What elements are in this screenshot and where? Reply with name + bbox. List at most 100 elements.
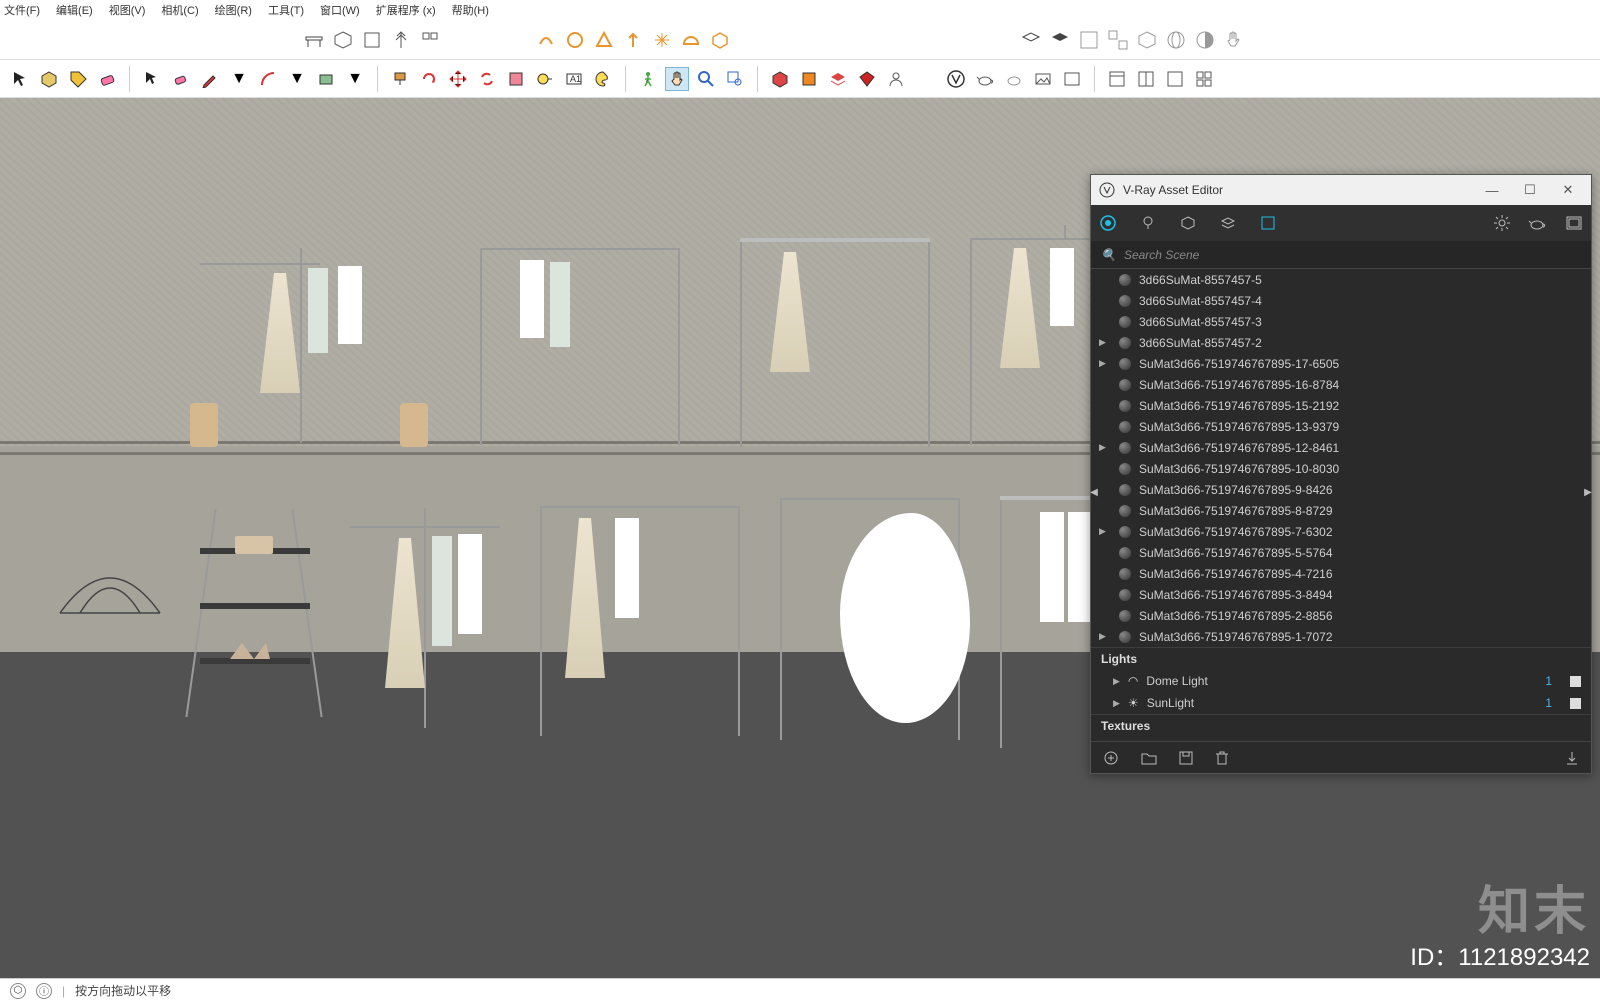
material-row[interactable]: SuMat3d66-7519746767895-3-8494 — [1091, 584, 1591, 605]
delete-icon[interactable] — [1215, 751, 1229, 765]
material-row[interactable]: SuMat3d66-7519746767895-16-8784 — [1091, 374, 1591, 395]
box-icon[interactable] — [360, 28, 384, 52]
material-row[interactable]: 3d66SuMat-8557457-3 — [1091, 311, 1591, 332]
red-layers-icon[interactable] — [826, 67, 850, 91]
rect-dropdown-icon[interactable]: ▼ — [343, 67, 367, 91]
panel-collapse-left[interactable]: ◀ — [1089, 485, 1099, 499]
text-box-icon[interactable]: A1 — [562, 67, 586, 91]
pan-icon[interactable] — [665, 67, 689, 91]
add-asset-icon[interactable] — [1103, 750, 1119, 766]
table-icon[interactable] — [302, 28, 326, 52]
export-icon[interactable] — [1565, 751, 1579, 765]
menu-help[interactable]: 帮助(H) — [452, 2, 489, 18]
material-row[interactable]: 3d66SuMat-8557457-5 — [1091, 269, 1591, 290]
pencil-icon[interactable] — [198, 67, 222, 91]
maximize-button[interactable]: ☐ — [1515, 182, 1545, 198]
sync-icon[interactable] — [475, 67, 499, 91]
cone-icon[interactable] — [592, 28, 616, 52]
panel2-icon[interactable] — [1134, 67, 1158, 91]
tape-icon[interactable] — [533, 67, 557, 91]
tile-icon[interactable] — [418, 28, 442, 52]
pointer-icon[interactable] — [8, 67, 32, 91]
teapot-icon[interactable] — [973, 67, 997, 91]
material-row[interactable]: SuMat3d66-7519746767895-5-5764 — [1091, 542, 1591, 563]
paint-icon[interactable] — [388, 67, 412, 91]
close-button[interactable]: ✕ — [1553, 182, 1583, 198]
light-row[interactable]: ▶◠Dome Light1 — [1091, 670, 1591, 692]
layers-fill-icon[interactable] — [1048, 28, 1072, 52]
orange-panel-icon[interactable] — [797, 67, 821, 91]
walk-icon[interactable] — [636, 67, 660, 91]
box-yellow-icon[interactable] — [37, 67, 61, 91]
hand-icon[interactable] — [1222, 28, 1246, 52]
material-row[interactable]: ▶3d66SuMat-8557457-2 — [1091, 332, 1591, 353]
menu-edit[interactable]: 编辑(E) — [56, 2, 93, 18]
material-row[interactable]: 3d66SuMat-8557457-4 — [1091, 290, 1591, 311]
frame-icon[interactable] — [1031, 67, 1055, 91]
tab-geometry[interactable] — [1177, 212, 1199, 234]
status-geo-icon[interactable]: ⬡ — [10, 983, 26, 999]
tree-icon[interactable] — [389, 28, 413, 52]
tab-frame-buffer[interactable] — [1563, 212, 1585, 234]
eraser-icon[interactable] — [95, 67, 119, 91]
material-row[interactable]: SuMat3d66-7519746767895-9-8426 — [1091, 479, 1591, 500]
palette-icon[interactable] — [591, 67, 615, 91]
pencil-dropdown-icon[interactable]: ▼ — [227, 67, 251, 91]
light-enable-checkbox[interactable] — [1570, 676, 1581, 687]
globe-icon[interactable] — [1164, 28, 1188, 52]
person-icon[interactable] — [884, 67, 908, 91]
tag-icon[interactable] — [66, 67, 90, 91]
folder-icon[interactable] — [1141, 751, 1157, 765]
save-icon[interactable] — [1179, 751, 1193, 765]
vray-search[interactable]: 🔍 Search Scene — [1091, 241, 1591, 269]
scale-icon[interactable] — [504, 67, 528, 91]
menu-window[interactable]: 窗口(W) — [320, 2, 360, 18]
cube-outline-icon[interactable] — [708, 28, 732, 52]
zoom-icon[interactable] — [694, 67, 718, 91]
ruby-icon[interactable] — [855, 67, 879, 91]
layers-icon[interactable] — [1019, 28, 1043, 52]
zoom-window-icon[interactable] — [723, 67, 747, 91]
package-icon[interactable] — [1135, 28, 1159, 52]
menu-draw[interactable]: 绘图(R) — [215, 2, 252, 18]
menu-view[interactable]: 视图(V) — [109, 2, 146, 18]
minimize-button[interactable]: — — [1477, 183, 1507, 198]
panel-collapse-right[interactable]: ▶ — [1583, 485, 1593, 499]
arrow-up-icon[interactable] — [621, 28, 645, 52]
cube-icon[interactable] — [331, 28, 355, 52]
vray-titlebar[interactable]: V-Ray Asset Editor — ☐ ✕ — [1091, 175, 1591, 205]
red-cube-icon[interactable] — [768, 67, 792, 91]
menu-tools[interactable]: 工具(T) — [268, 2, 304, 18]
tab-settings[interactable] — [1491, 212, 1513, 234]
menu-extensions[interactable]: 扩展程序 (x) — [376, 2, 436, 18]
panel4-icon[interactable] — [1192, 67, 1216, 91]
panel1-icon[interactable] — [1105, 67, 1129, 91]
material-row[interactable]: SuMat3d66-7519746767895-4-7216 — [1091, 563, 1591, 584]
material-row[interactable]: SuMat3d66-7519746767895-15-2192 — [1091, 395, 1591, 416]
boxes-icon[interactable] — [1106, 28, 1130, 52]
material-row[interactable]: SuMat3d66-7519746767895-2-8856 — [1091, 605, 1591, 626]
material-row[interactable]: SuMat3d66-7519746767895-8-8729 — [1091, 500, 1591, 521]
material-row[interactable]: ▶SuMat3d66-7519746767895-7-6302 — [1091, 521, 1591, 542]
status-info-icon[interactable]: ⓘ — [36, 983, 52, 999]
grid-icon[interactable] — [1077, 28, 1101, 52]
tab-layers[interactable] — [1217, 212, 1239, 234]
pointer2-icon[interactable] — [140, 67, 164, 91]
vray-logo-icon[interactable] — [944, 67, 968, 91]
material-row[interactable]: ▶SuMat3d66-7519746767895-1-7072 — [1091, 626, 1591, 647]
spark-icon[interactable] — [650, 28, 674, 52]
tab-render-elements[interactable] — [1257, 212, 1279, 234]
vray-material-list[interactable]: 3d66SuMat-8557457-53d66SuMat-8557457-43d… — [1091, 269, 1591, 741]
ring-icon[interactable] — [563, 28, 587, 52]
material-row[interactable]: SuMat3d66-7519746767895-10-8030 — [1091, 458, 1591, 479]
eraser-small-icon[interactable] — [169, 67, 193, 91]
teapot-outline-icon[interactable] — [1002, 67, 1026, 91]
tab-lights[interactable] — [1137, 212, 1159, 234]
dome-icon[interactable] — [679, 28, 703, 52]
material-row[interactable]: ▶SuMat3d66-7519746767895-12-8461 — [1091, 437, 1591, 458]
menu-file[interactable]: 文件(F) — [4, 2, 40, 18]
arc-icon[interactable] — [256, 67, 280, 91]
circle-half-icon[interactable] — [1193, 28, 1217, 52]
arc-dropdown-icon[interactable]: ▼ — [285, 67, 309, 91]
light-enable-checkbox[interactable] — [1570, 698, 1581, 709]
